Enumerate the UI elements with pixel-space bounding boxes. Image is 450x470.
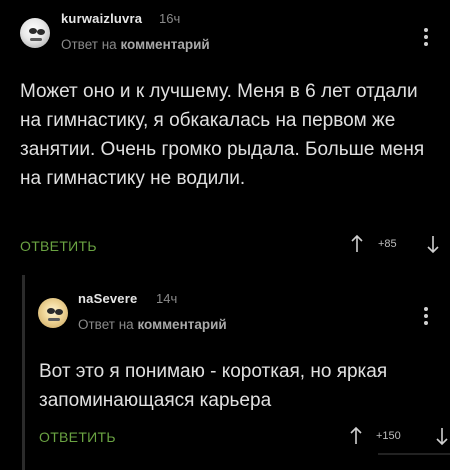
reply-context: Ответ на комментарий [61, 37, 210, 52]
vote-controls: +150 [349, 426, 449, 446]
arrow-down-icon[interactable] [435, 426, 449, 446]
avatar[interactable] [38, 298, 68, 328]
comment-body: Вот это я понимаю - короткая, но яркая з… [39, 361, 388, 411]
comment-body: Может оно и к лучшему. Меня в 6 лет отда… [20, 81, 425, 189]
more-vertical-icon[interactable] [424, 28, 428, 46]
reply-button[interactable]: ОТВЕТИТЬ [20, 238, 97, 254]
arrow-down-icon[interactable] [426, 234, 440, 254]
reply-target-link[interactable]: комментарий [137, 317, 226, 332]
redaction-bar [378, 453, 450, 470]
vote-score: +150 [376, 430, 401, 442]
reply-button[interactable]: ОТВЕТИТЬ [39, 429, 116, 445]
reply-prefix: Ответ на [78, 317, 134, 332]
avatar[interactable] [20, 18, 50, 48]
more-vertical-icon[interactable] [424, 307, 428, 325]
arrow-up-icon[interactable] [350, 234, 364, 254]
timestamp: 14ч [156, 291, 178, 306]
reply-context: Ответ на комментарий [78, 317, 227, 332]
username[interactable]: naSevere [78, 291, 137, 306]
timestamp: 16ч [159, 11, 181, 26]
arrow-up-icon[interactable] [349, 426, 363, 446]
vote-controls: +85 [350, 234, 440, 254]
comment-thread: kurwaizluvra 16ч Ответ на комментарий Мо… [0, 0, 450, 470]
vote-score: +85 [378, 238, 397, 250]
reply-prefix: Ответ на [61, 37, 117, 52]
comment-1: kurwaizluvra 16ч Ответ на комментарий Мо… [0, 0, 450, 275]
comment-2: naSevere 14ч Ответ на комментарий Вот эт… [22, 280, 450, 470]
reply-target-link[interactable]: комментарий [120, 37, 209, 52]
username[interactable]: kurwaizluvra [61, 11, 142, 26]
